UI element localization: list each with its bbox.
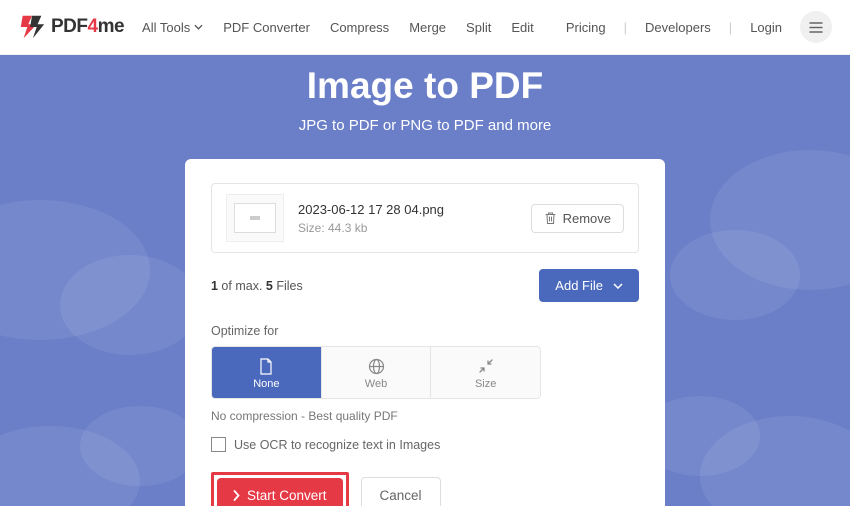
nav-left: All Tools PDF Converter Compress Merge S… (142, 20, 534, 35)
file-status-row: 1 of max. 5 Files Add File (211, 269, 639, 302)
optimize-option-web[interactable]: Web (322, 347, 432, 398)
chevron-down-icon (194, 24, 203, 30)
file-name: 2023-06-12 17 28 04.png (298, 202, 517, 217)
add-file-button[interactable]: Add File (539, 269, 639, 302)
nav-separator: | (729, 20, 732, 35)
cancel-button[interactable]: Cancel (361, 477, 441, 506)
optimize-option-none[interactable]: None (212, 347, 322, 398)
start-convert-button[interactable]: Start Convert (217, 478, 343, 506)
page-title: Image to PDF (0, 55, 850, 107)
ocr-label: Use OCR to recognize text in Images (234, 438, 440, 452)
globe-icon (368, 357, 385, 375)
highlight-annotation: Start Convert (211, 472, 349, 506)
optimize-label: Optimize for (211, 324, 639, 338)
cloud-decoration (60, 255, 200, 355)
nav-developers[interactable]: Developers (645, 20, 711, 35)
file-count: 1 of max. 5 Files (211, 279, 303, 293)
chevron-down-icon (613, 283, 623, 289)
hero-section: Image to PDF JPG to PDF or PNG to PDF an… (0, 55, 850, 506)
nav-converter[interactable]: PDF Converter (223, 20, 310, 35)
ocr-row: Use OCR to recognize text in Images (211, 437, 639, 452)
trash-icon (544, 211, 557, 225)
chevron-right-icon (233, 490, 240, 501)
file-thumbnail (226, 194, 284, 242)
hamburger-menu-button[interactable] (800, 11, 832, 43)
cloud-decoration (670, 230, 800, 320)
logo[interactable]: PDF4me (18, 13, 124, 41)
remove-button[interactable]: Remove (531, 204, 624, 233)
cloud-decoration (80, 406, 200, 486)
file-info: 2023-06-12 17 28 04.png Size: 44.3 kb (298, 202, 517, 235)
nav-split[interactable]: Split (466, 20, 491, 35)
optimize-description: No compression - Best quality PDF (211, 409, 639, 423)
logo-text: PDF4me (51, 16, 124, 38)
hamburger-icon (809, 22, 823, 33)
optimize-option-size[interactable]: Size (431, 347, 540, 398)
nav-separator: | (624, 20, 627, 35)
file-size: Size: 44.3 kb (298, 221, 517, 235)
nav-edit[interactable]: Edit (511, 20, 533, 35)
nav-pricing[interactable]: Pricing (566, 20, 606, 35)
document-icon (259, 357, 273, 375)
nav-merge[interactable]: Merge (409, 20, 446, 35)
action-row: Start Convert Cancel (211, 472, 639, 506)
top-header: PDF4me All Tools PDF Converter Compress … (0, 0, 850, 55)
page-subtitle: JPG to PDF or PNG to PDF and more (0, 117, 850, 134)
logo-icon (18, 13, 46, 41)
compress-icon (478, 357, 494, 375)
nav-login[interactable]: Login (750, 20, 782, 35)
nav-right: Pricing | Developers | Login (566, 11, 832, 43)
ocr-checkbox[interactable] (211, 437, 226, 452)
nav-compress[interactable]: Compress (330, 20, 389, 35)
file-row: 2023-06-12 17 28 04.png Size: 44.3 kb Re… (211, 183, 639, 253)
main-card: 2023-06-12 17 28 04.png Size: 44.3 kb Re… (185, 159, 665, 506)
optimize-group: None Web Size (211, 346, 541, 399)
nav-all-tools[interactable]: All Tools (142, 20, 203, 35)
